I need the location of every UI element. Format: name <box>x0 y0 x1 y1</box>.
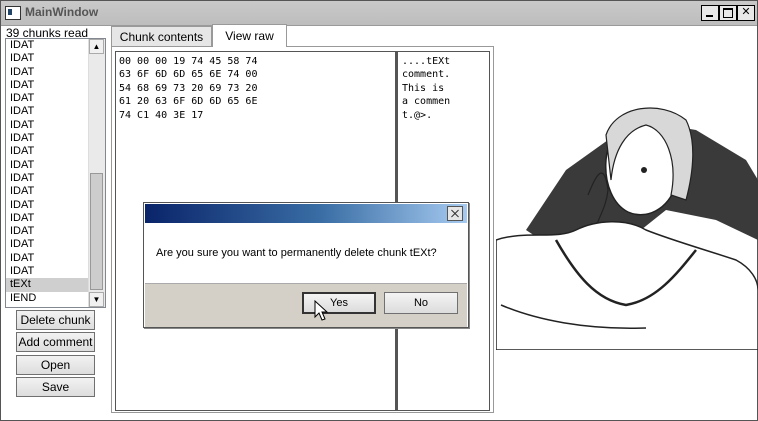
app-icon <box>5 6 21 20</box>
tab-view-raw[interactable]: View raw <box>212 24 287 47</box>
dialog-footer: Yes No <box>145 283 467 327</box>
dialog-close-icon[interactable] <box>447 206 463 221</box>
hex-text: 00 00 00 19 74 45 58 74 63 6F 6D 6D 65 6E… <box>119 55 257 122</box>
preview-image <box>496 107 758 350</box>
chunk-list-scrollbar[interactable]: ▲ ▼ <box>88 39 105 307</box>
hex-line: 54 68 69 73 20 69 73 20 <box>119 82 258 94</box>
dialog-message: Are you sure you want to permanently del… <box>156 247 437 259</box>
tab-chunk-contents[interactable]: Chunk contents <box>111 26 212 47</box>
maximize-icon[interactable] <box>719 5 737 21</box>
hex-line: 63 6F 6D 6D 65 6E 74 00 <box>119 69 258 81</box>
title-bar[interactable]: MainWindow ✕ <box>1 1 757 26</box>
ascii-line: comment. <box>402 69 451 81</box>
add-comment-button[interactable]: Add comment <box>16 332 95 352</box>
no-button[interactable]: No <box>384 292 458 314</box>
save-button[interactable]: Save <box>16 377 95 397</box>
scroll-thumb[interactable] <box>90 173 103 290</box>
dialog-title-bar[interactable] <box>145 204 467 223</box>
mouse-cursor-icon <box>314 300 328 321</box>
scroll-up-icon[interactable]: ▲ <box>89 39 104 54</box>
close-icon[interactable]: ✕ <box>737 5 755 21</box>
preview-image-body <box>496 221 758 350</box>
minimize-icon[interactable] <box>701 5 719 21</box>
hex-line: 74 C1 40 3E 17 <box>119 109 204 121</box>
confirm-dialog: Are you sure you want to permanently del… <box>143 202 469 328</box>
preview-image-eye <box>641 167 647 173</box>
ascii-line: ....tEXt <box>402 56 451 67</box>
hex-line: 61 20 63 6F 6D 6D 65 6E <box>119 96 258 108</box>
ascii-line: a commen <box>402 96 451 108</box>
scroll-down-icon[interactable]: ▼ <box>89 292 104 307</box>
ascii-line: This is <box>402 82 451 94</box>
ascii-text: ....tEXt comment. This is a commen t.@>. <box>402 55 450 122</box>
open-button[interactable]: Open <box>16 355 95 375</box>
ascii-line: t.@>. <box>402 109 433 121</box>
window-title: MainWindow <box>25 5 99 19</box>
hex-line: 00 00 00 19 74 45 58 74 <box>119 56 258 67</box>
chunk-listbox[interactable]: IDAT IDAT IDAT IDAT IDAT IDAT IDAT IDAT IDAT IDAT… <box>5 38 106 308</box>
delete-chunk-button[interactable]: Delete chunk <box>16 310 95 330</box>
